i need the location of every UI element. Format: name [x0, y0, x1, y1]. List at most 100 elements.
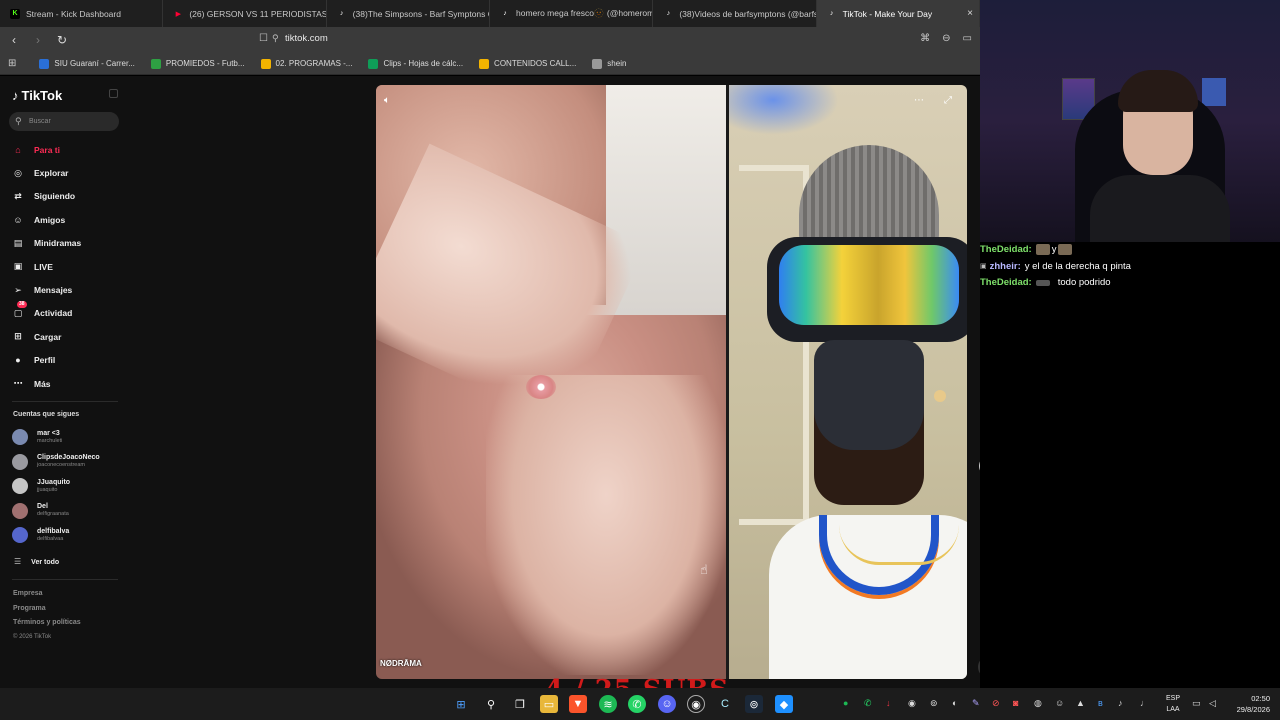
- tray-app-icon[interactable]: ◙: [1013, 698, 1018, 708]
- chat-username[interactable]: zhheir:: [990, 261, 1021, 272]
- footer-link[interactable]: Empresa: [13, 590, 43, 597]
- app-icon[interactable]: C: [716, 695, 734, 713]
- bookmark-icon[interactable]: ☐: [259, 33, 268, 44]
- sidebar-item-label: Siguiendo: [34, 191, 76, 202]
- spotify-icon[interactable]: ≋: [599, 695, 617, 713]
- chat-username[interactable]: TheDeidad:: [980, 244, 1032, 255]
- sidebar-item-para-ti[interactable]: ⌂ Para ti: [12, 138, 81, 161]
- video-right-pane: [729, 85, 967, 679]
- chat-text: y el de la derecha q pinta: [1024, 260, 1131, 272]
- app-icon[interactable]: ◆: [775, 695, 793, 713]
- tray-app-icon[interactable]: ▲: [1076, 698, 1085, 708]
- account-handle: jjuaquito: [37, 486, 58, 493]
- obs-icon[interactable]: ◉: [687, 695, 705, 713]
- discord-icon[interactable]: ☺: [658, 695, 676, 713]
- forward-icon[interactable]: ›: [28, 33, 48, 47]
- menu-icon: ●: [15, 355, 21, 366]
- system-clock[interactable]: 02:50 29/8/2026: [1228, 693, 1270, 715]
- bookmark-label: 02. PROGRAMAS -...: [275, 59, 353, 68]
- language-indicator[interactable]: ESP LAA: [1164, 693, 1182, 715]
- sidebar-item-explorar[interactable]: ◎ Explorar: [12, 161, 81, 184]
- sidebar-item-minidramas[interactable]: ▤ Minidramas: [12, 232, 82, 255]
- sidebar-item-actividad[interactable]: ▢ 38 Actividad: [12, 301, 81, 325]
- bookmark-item[interactable]: CONTENIDOS CALL...: [479, 58, 576, 69]
- apps-grid-icon[interactable]: ⊞: [8, 58, 16, 69]
- browser-tab[interactable]: ♪ TikTok - Make Your Day ×: [816, 0, 980, 27]
- divider: [12, 579, 118, 580]
- followed-account[interactable]: ClipsdeJoacoNeco joaconecoenstream: [12, 453, 100, 470]
- browser-tab[interactable]: K Stream - Kick Dashboard: [0, 0, 164, 27]
- browser-tab[interactable]: ♪ homero mega fresco🫥 (@homerome: [490, 0, 654, 27]
- back-icon[interactable]: ‹: [4, 33, 24, 47]
- microphone-icon[interactable]: ♩: [1140, 698, 1149, 708]
- tray-pen-icon[interactable]: ✎: [972, 698, 980, 709]
- tiktok-note-icon: ♪: [12, 88, 19, 103]
- site-info-icon[interactable]: ⚲: [272, 33, 279, 44]
- task-view-icon[interactable]: ❐: [511, 695, 529, 713]
- tray-whatsapp-icon[interactable]: ✆: [864, 698, 872, 709]
- close-tab-icon[interactable]: ×: [967, 8, 973, 19]
- fullscreen-icon[interactable]: ⤢: [944, 95, 952, 106]
- browser-tab[interactable]: ♪ (38)Videos de barfsymptons (@barfs: [653, 0, 817, 27]
- more-options-icon[interactable]: ⋯: [914, 95, 924, 106]
- browser-tab[interactable]: ♪ (38)The Simpsons - Barf Symptons C: [327, 0, 490, 27]
- steam-icon[interactable]: ⊚: [745, 695, 763, 713]
- sidebar-item-amigos[interactable]: ☺ Amigos: [12, 208, 81, 231]
- tray-discord-icon[interactable]: ☺: [1055, 698, 1064, 708]
- followed-account[interactable]: delfibalva delfibalvaa: [12, 527, 69, 543]
- sidebar-item-live[interactable]: ▣ LIVE: [12, 255, 81, 278]
- bluetooth-icon[interactable]: ʙ: [1098, 698, 1103, 708]
- file-explorer-icon[interactable]: ▭: [540, 695, 558, 713]
- chat-username[interactable]: TheDeidad:: [980, 277, 1032, 288]
- bookmark-item[interactable]: PROMIEDOS - Futb...: [150, 58, 245, 69]
- tray-app-icon[interactable]: ◍: [1034, 698, 1042, 709]
- translate-icon[interactable]: ⌘: [920, 33, 930, 44]
- tray-app-icon[interactable]: ↓: [886, 698, 891, 708]
- cast-icon[interactable]: ▭: [963, 33, 972, 44]
- sidebar-item-más[interactable]: ⋯ Más: [12, 372, 81, 395]
- start-icon[interactable]: ⊞: [452, 695, 470, 713]
- sidebar-item-perfil[interactable]: ● Perfil: [12, 349, 81, 372]
- sidebar-item-label: LIVE: [34, 261, 53, 272]
- video-player[interactable]: 🔈︎ ⋯ ⤢ NØDRĀMA: [376, 85, 967, 679]
- collapse-sidebar-icon[interactable]: [109, 89, 118, 98]
- see-all-link[interactable]: ☰ Ver todo: [14, 557, 59, 566]
- sidebar-item-siguiendo[interactable]: ⇄ Siguiendo: [12, 185, 81, 208]
- brave-browser-icon[interactable]: ▼: [569, 695, 587, 713]
- bookmarks-bar: ⊞ SIU Guaraní - Carrer... PROMIEDOS - Fut…: [0, 53, 980, 75]
- followed-account[interactable]: Del delfigraanata: [12, 502, 69, 519]
- followed-account[interactable]: mar <3 marchuleti: [12, 429, 62, 445]
- chat-message: TheDeidad: todo podrido: [980, 277, 1111, 288]
- chat-badge-icon: ▣: [980, 263, 987, 270]
- footer-link[interactable]: Términos y políticas: [13, 619, 81, 626]
- reload-icon[interactable]: ↻: [52, 33, 72, 47]
- network-icon[interactable]: ▭: [1192, 698, 1201, 709]
- tray-app-icon[interactable]: ◉: [908, 698, 916, 709]
- bookmark-label: SIU Guaraní - Carrer...: [54, 59, 135, 68]
- tray-steam-icon[interactable]: ⊚: [930, 698, 938, 709]
- speaker-icon[interactable]: ◁: [1209, 698, 1216, 709]
- browser-tab-bar: K Stream - Kick Dashboard ▶ (26) GERSON VS …: [0, 0, 980, 27]
- clock-time: 02:50: [1251, 694, 1270, 703]
- tiktok-icon: ♪: [339, 10, 344, 17]
- bookmark-item[interactable]: 02. PROGRAMAS -...: [260, 58, 353, 69]
- bookmark-item[interactable]: shein: [592, 58, 626, 69]
- sidebar-item-mensajes[interactable]: ➢ Mensajes: [12, 278, 81, 301]
- tray-app-icon[interactable]: ◐: [952, 698, 957, 708]
- search-icon[interactable]: ⚲: [482, 695, 500, 713]
- footer-link[interactable]: Programa: [13, 605, 46, 612]
- tray-app-icon[interactable]: ⊘: [992, 698, 1000, 709]
- whatsapp-icon[interactable]: ✆: [628, 695, 646, 713]
- url-field[interactable]: tiktok.com: [285, 33, 328, 44]
- search-input[interactable]: ⚲ Buscar: [9, 112, 119, 131]
- volume-tray-icon[interactable]: ♪: [1118, 698, 1123, 708]
- browser-tab[interactable]: ▶ (26) GERSON VS 11 PERIODISTAS: ¿C: [163, 0, 327, 27]
- bookmark-item[interactable]: SIU Guaraní - Carrer...: [39, 58, 135, 69]
- tray-spotify-icon[interactable]: ●: [843, 698, 848, 708]
- followed-account[interactable]: JJuaquito jjuaquito: [12, 478, 70, 494]
- tiktok-logo[interactable]: ♪ TikTok: [12, 88, 62, 103]
- zoom-icon[interactable]: ⊖: [942, 33, 950, 44]
- bookmark-item[interactable]: Clips - Hojas de cálc...: [368, 58, 463, 69]
- sidebar-item-cargar[interactable]: ⊞ Cargar: [12, 325, 81, 348]
- volume-icon[interactable]: 🔈︎: [384, 95, 390, 106]
